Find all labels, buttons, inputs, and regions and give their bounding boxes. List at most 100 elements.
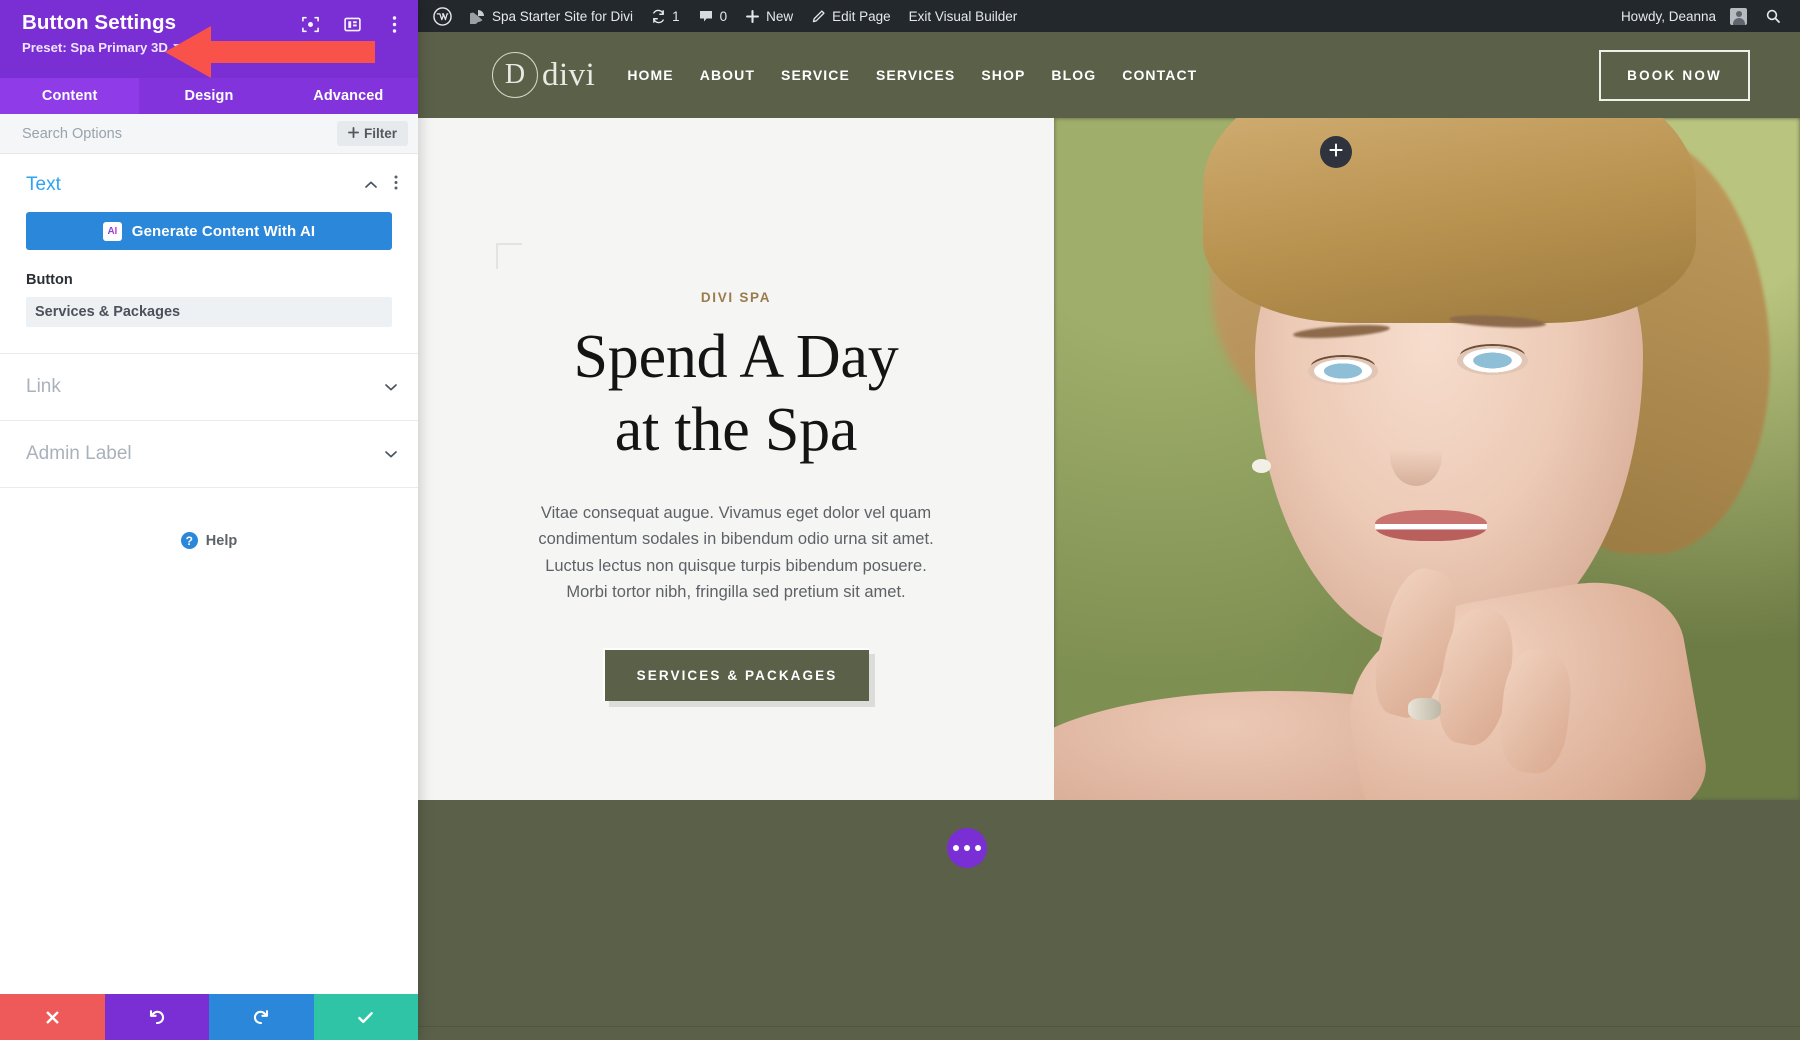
section-text-header[interactable]: Text [0, 154, 418, 212]
edit-page-button[interactable]: Edit Page [802, 0, 900, 32]
settings-tabs: Content Design Advanced [0, 78, 418, 114]
undo-icon [148, 1008, 166, 1026]
dashboard-icon [470, 8, 486, 24]
site-logo[interactable]: D divi [492, 52, 595, 98]
undo-button[interactable] [104, 994, 209, 1040]
admin-bar-right: Howdy, Deanna [1612, 0, 1800, 32]
howdy-label: Howdy, Deanna [1620, 8, 1716, 24]
hero-heading-line-1: Spend A Day [573, 323, 899, 391]
hero-cta-wrapper: SERVICES & PACKAGES [602, 647, 870, 701]
section-text-title: Text [26, 174, 61, 195]
button-text-input[interactable] [26, 297, 392, 327]
nav-item-service[interactable]: SERVICE [781, 67, 850, 83]
plus-icon [745, 9, 760, 24]
section-link-header[interactable]: Link [0, 354, 418, 421]
button-text-field-group: Button [0, 250, 418, 353]
spa-portrait-image [1054, 118, 1800, 800]
tab-design[interactable]: Design [139, 78, 278, 114]
comment-bubble-icon [698, 8, 714, 24]
settings-header-actions [300, 14, 404, 34]
tab-advanced[interactable]: Advanced [279, 78, 418, 114]
hero-paragraph: Vitae consequat augue. Vivamus eget dolo… [538, 504, 934, 602]
chevron-up-icon[interactable] [364, 178, 378, 192]
module-corner-marker [496, 243, 522, 269]
nav-item-blog[interactable]: BLOG [1051, 67, 1096, 83]
screen: Spa Starter Site for Divi 1 0 New Edit P… [0, 0, 1800, 1040]
admin-search-button[interactable] [1756, 0, 1790, 32]
settings-body: Text AI Generate Content With AI Button … [0, 154, 418, 994]
search-icon [1765, 8, 1781, 24]
nav-item-services[interactable]: SERVICES [876, 67, 955, 83]
redo-button[interactable] [209, 994, 314, 1040]
comments-button[interactable]: 0 [689, 0, 737, 32]
filter-label: Filter [363, 126, 397, 141]
preset-selector[interactable]: Preset: Spa Primary 3D [22, 40, 400, 55]
add-module-button[interactable] [1320, 136, 1352, 168]
search-input[interactable] [22, 125, 337, 142]
account-menu[interactable]: Howdy, Deanna [1612, 0, 1756, 32]
nav-item-shop[interactable]: SHOP [981, 67, 1025, 83]
hero-text-column: DIVI SPA Spend A Day at the Spa Vitae co… [418, 118, 1054, 800]
nav-item-home[interactable]: HOME [627, 67, 673, 83]
site-name-button[interactable]: Spa Starter Site for Divi [461, 0, 642, 32]
updates-button[interactable]: 1 [642, 0, 689, 32]
hero-heading: Spend A Day at the Spa [573, 321, 898, 466]
chevron-down-icon [172, 44, 181, 50]
generate-content-with-ai-button[interactable]: AI Generate Content With AI [26, 212, 392, 250]
focus-icon[interactable] [300, 14, 320, 34]
save-button[interactable] [313, 994, 418, 1040]
nav-item-contact[interactable]: CONTACT [1122, 67, 1197, 83]
edit-page-label: Edit Page [832, 8, 891, 24]
pencil-icon [811, 9, 826, 24]
cancel-button[interactable] [0, 994, 105, 1040]
filter-button[interactable]: Filter [336, 121, 408, 146]
ai-icon: AI [102, 221, 122, 241]
page-preview: Spa Starter Site for Divi 1 0 New Edit P… [418, 0, 1800, 1040]
tab-content[interactable]: Content [0, 78, 140, 114]
nav-item-about[interactable]: ABOUT [700, 67, 755, 83]
plus-icon [1329, 142, 1343, 162]
divider [418, 1026, 1800, 1027]
button-field-label: Button [26, 272, 73, 288]
settings-search-bar: Filter [0, 114, 418, 154]
section-admin-label-header[interactable]: Admin Label [0, 421, 418, 488]
generate-content-label: Generate Content With AI [131, 222, 316, 240]
hero-cta-button[interactable]: SERVICES & PACKAGES [602, 647, 870, 701]
new-content-button[interactable]: New [736, 0, 802, 32]
layout-panel-icon[interactable] [342, 14, 362, 34]
section-admin-label-title: Admin Label [26, 443, 132, 464]
book-now-button[interactable]: BOOK NOW [1599, 49, 1750, 101]
redo-icon [252, 1008, 270, 1026]
check-icon [356, 1008, 375, 1027]
hero-eyebrow: DIVI SPA [700, 290, 772, 305]
help-label: Help [205, 532, 238, 549]
avatar [1730, 7, 1747, 25]
hero-section: DIVI SPA Spend A Day at the Spa Vitae co… [418, 118, 1800, 800]
hero-image-column [1054, 118, 1800, 800]
divi-logo-icon: D [492, 52, 538, 98]
chevron-down-icon[interactable] [384, 447, 398, 461]
section-more-options-icon[interactable] [394, 175, 398, 195]
site-logo-text: divi [542, 56, 596, 93]
plus-icon [347, 126, 359, 141]
preset-label: Preset: Spa Primary 3D [22, 39, 168, 55]
page-bottom-strip [418, 800, 1800, 1040]
exit-visual-builder-label: Exit Visual Builder [908, 8, 1018, 24]
new-content-label: New [766, 8, 794, 24]
chevron-down-icon[interactable] [384, 380, 398, 394]
wordpress-logo-button[interactable] [424, 0, 461, 32]
more-options-icon[interactable] [384, 14, 404, 34]
updates-icon [651, 9, 666, 24]
wp-admin-bar: Spa Starter Site for Divi 1 0 New Edit P… [418, 0, 1800, 32]
help-button[interactable]: ? Help [0, 488, 418, 549]
module-settings-panel: Button Settings Preset: Spa Primary 3D C… [0, 0, 418, 1040]
updates-count: 1 [672, 8, 680, 24]
ai-badge-text: AI [107, 225, 118, 237]
comments-count: 0 [719, 8, 728, 24]
exit-visual-builder-button[interactable]: Exit Visual Builder [900, 0, 1027, 32]
settings-panel-header: Button Settings Preset: Spa Primary 3D [0, 0, 418, 78]
site-header: D divi HOME ABOUT SERVICE SERVICES SHOP … [418, 32, 1800, 118]
page-settings-button[interactable] [947, 828, 987, 868]
close-icon [44, 1009, 61, 1026]
settings-footer [0, 994, 418, 1040]
